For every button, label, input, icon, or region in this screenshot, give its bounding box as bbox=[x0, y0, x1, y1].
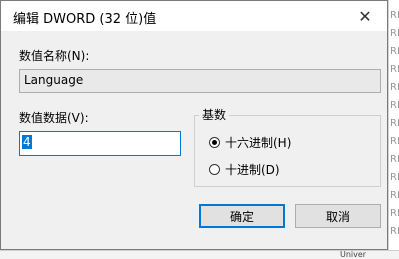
ok-button[interactable]: 确定 bbox=[199, 204, 285, 228]
value-data-label: 数值数据(V): bbox=[19, 111, 89, 125]
registry-type-cell: RE bbox=[390, 226, 399, 237]
radio-unchecked-icon bbox=[209, 164, 220, 175]
registry-type-cell: RE bbox=[390, 154, 399, 165]
radio-decimal[interactable]: 十进制(D) bbox=[209, 161, 280, 178]
background-registry-list: RE RE RE RE RE RE RE RE RE RE RE RE RE bbox=[388, 0, 399, 258]
radio-hexadecimal[interactable]: 十六进制(H) bbox=[209, 134, 291, 151]
value-name-text: Language bbox=[24, 73, 84, 87]
close-icon: ✕ bbox=[358, 6, 372, 26]
value-name-field[interactable]: Language bbox=[19, 69, 381, 93]
registry-type-cell: RE bbox=[390, 28, 399, 39]
title-bar[interactable]: 编辑 DWORD (32 位)值 ✕ bbox=[1, 1, 387, 31]
registry-type-cell: RE bbox=[390, 190, 399, 201]
registry-type-cell: RE bbox=[390, 172, 399, 183]
radio-checked-icon bbox=[209, 137, 220, 148]
value-name-label: 数值名称(N): bbox=[19, 49, 90, 63]
registry-type-cell: RE bbox=[390, 100, 399, 111]
registry-type-cell: RE bbox=[390, 82, 399, 93]
registry-type-cell: RE bbox=[390, 46, 399, 57]
base-group-label: 基数 bbox=[199, 106, 230, 123]
registry-type-cell: RE bbox=[390, 64, 399, 75]
edit-dword-dialog: 编辑 DWORD (32 位)值 ✕ 数值名称(N): Language 数值数… bbox=[0, 0, 388, 250]
close-button[interactable]: ✕ bbox=[343, 1, 387, 31]
value-data-input[interactable]: 4 bbox=[19, 131, 181, 156]
radio-decimal-label: 十进制(D) bbox=[225, 163, 280, 177]
cancel-button[interactable]: 取消 bbox=[295, 204, 381, 228]
value-data-text: 4 bbox=[22, 135, 32, 149]
dialog-title: 编辑 DWORD (32 位)值 bbox=[13, 12, 157, 27]
registry-type-cell: RE bbox=[390, 10, 399, 21]
registry-type-cell: RE bbox=[390, 208, 399, 219]
registry-type-cell: RE bbox=[390, 136, 399, 147]
radio-hexadecimal-label: 十六进制(H) bbox=[225, 136, 292, 150]
registry-type-cell: RE bbox=[390, 118, 399, 129]
